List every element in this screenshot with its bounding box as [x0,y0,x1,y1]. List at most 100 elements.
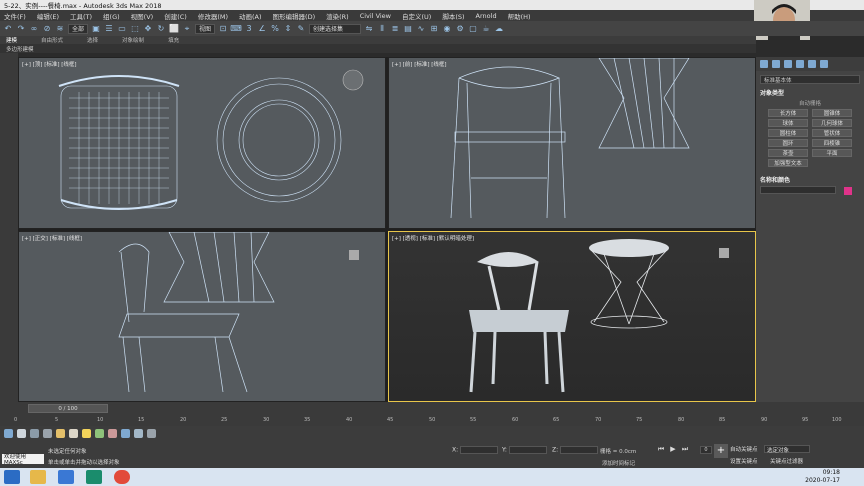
ribbon-tab-modeling[interactable]: 建模 [6,36,17,44]
viewport-top[interactable]: [+] [顶] [标准] [线框] [18,57,386,229]
undo-icon[interactable]: ↶ [3,24,13,34]
list-icon[interactable] [30,429,39,438]
primitive-type-dropdown[interactable]: 标准基本体 [760,75,860,84]
play-icon[interactable]: ▶ [668,445,678,454]
torus-button[interactable]: 圆环 [768,139,808,147]
object-type-heading[interactable]: 对象类型 [760,88,860,97]
menu-rendering[interactable]: 渲染(R) [326,11,349,21]
auto-key-button[interactable]: 自动关键点 [730,445,758,453]
scale-icon[interactable]: ⬜ [169,24,179,34]
unlink-icon[interactable]: ⊘ [42,24,52,34]
window-crossing-icon[interactable]: ⬚ [130,24,140,34]
viewport-perspective[interactable]: [+] [透视] [标准] [默认明暗处理] [388,231,756,402]
menu-view[interactable]: 视图(V) [131,11,154,21]
ribbon-tab-populate[interactable]: 填充 [168,36,179,44]
modify-tab-icon[interactable] [772,60,780,68]
start-icon[interactable] [4,470,20,484]
menu-create[interactable]: 创建(C) [164,11,187,21]
geosphere-button[interactable]: 几何球体 [812,119,852,127]
add-time-tag[interactable]: 添加时间标记 [602,459,635,467]
curve-editor-icon[interactable]: ∿ [416,24,426,34]
current-frame-field[interactable]: 0 [700,446,712,454]
box-button[interactable]: 长方体 [768,109,808,117]
angle-snap-icon[interactable]: ∠ [257,24,267,34]
material-editor-icon[interactable]: ◉ [442,24,452,34]
chrome-icon[interactable] [114,470,130,484]
grid-icon[interactable] [43,429,52,438]
time-slider[interactable]: 0 / 100 [28,404,108,413]
viewport-front[interactable]: [+] [前] [标准] [线框] [388,57,756,229]
menu-modifiers[interactable]: 修改器(M) [198,11,228,21]
layer-manager-icon[interactable]: ≣ [390,24,400,34]
utilities-tab-icon[interactable] [820,60,828,68]
motion-tab-icon[interactable] [796,60,804,68]
scene-explorer-icon[interactable]: ▤ [403,24,413,34]
pyramid-button[interactable]: 四棱锥 [812,139,852,147]
light-icon[interactable] [56,429,65,438]
viewport-persp-label[interactable]: [+] [透视] [标准] [默认明暗处理] [392,234,474,242]
create-tab-icon[interactable] [760,60,768,68]
render-setup-icon[interactable]: ⚙ [455,24,465,34]
edit-named-selection-icon[interactable]: ✎ [296,24,306,34]
object-name-input[interactable] [760,186,836,194]
snaps-toggle-icon[interactable]: 3 [244,24,254,34]
menu-scripting[interactable]: 脚本(S) [442,11,464,21]
x-coordinate-field[interactable] [460,446,499,454]
render-frame-icon[interactable]: ▢ [468,24,478,34]
bind-space-warp-icon[interactable]: ≋ [55,24,65,34]
viewcube-persp-icon[interactable] [719,248,729,258]
render-icon[interactable]: ☕ [481,24,491,34]
tube-button[interactable]: 管状体 [812,129,852,137]
tree-icon[interactable] [95,429,104,438]
track-bar[interactable]: 0 5 10 15 20 25 30 35 40 45 50 55 60 65 … [6,414,844,426]
scene-icon[interactable] [4,429,13,438]
rect-selection-icon[interactable]: ▭ [117,24,127,34]
viewport-orthographic[interactable]: [+] [正交] [标准] [线框] [18,231,386,402]
ribbon-tab-freeform[interactable]: 自由形式 [41,36,63,44]
teapot-button[interactable]: 茶壶 [768,149,808,157]
menu-group[interactable]: 组(G) [103,11,120,21]
place-icon[interactable]: ⌖ [182,24,192,34]
selection-filter-dropdown[interactable]: 全部 [68,23,89,34]
redo-icon[interactable]: ↷ [16,24,26,34]
set-key-button[interactable]: 设置关键点 [730,457,758,465]
menu-customize[interactable]: 自定义(U) [402,11,431,21]
menu-edit[interactable]: 编辑(E) [37,11,59,21]
z-coordinate-field[interactable] [560,446,599,454]
menu-file[interactable]: 文件(F) [4,11,26,21]
link-icon[interactable]: ∞ [29,24,39,34]
layer-icon[interactable] [17,429,26,438]
align-icon[interactable]: ⫴ [377,24,387,34]
menu-civil-view[interactable]: Civil View [360,12,391,20]
menu-tools[interactable]: 工具(T) [70,11,92,21]
sphere-icon[interactable] [121,429,130,438]
reference-coord-dropdown[interactable]: 视图 [195,23,216,34]
object-color-swatch[interactable] [844,187,852,195]
set-key-icon[interactable]: + [714,444,728,458]
key-filters-button[interactable]: 关键点过滤器 [770,457,803,465]
menu-arnold[interactable]: Arnold [476,12,497,20]
text-plus-button[interactable]: 加强型文本 [768,159,808,167]
viewport-top-label[interactable]: [+] [顶] [标准] [线框] [22,60,77,68]
ribbon-poly-modeling[interactable]: 多边形建模 [6,45,34,53]
rotate-icon[interactable]: ↻ [156,24,166,34]
viewcube-icon[interactable] [342,69,364,91]
autogrid-checkbox[interactable]: 自动栅格 [756,99,864,107]
camera-icon[interactable] [69,429,78,438]
keyboard-shortcut-icon[interactable]: ⌨ [230,24,242,34]
plane-button[interactable]: 平面 [812,149,852,157]
display-tab-icon[interactable] [808,60,816,68]
name-color-heading[interactable]: 名称和颜色 [760,175,860,184]
percent-snap-icon[interactable]: % [270,24,280,34]
move-icon[interactable]: ✥ [143,24,153,34]
maxscript-listener[interactable]: 欢迎使用 MAXSc [2,454,44,466]
render-cloud-icon[interactable]: ☁ [494,24,504,34]
goto-start-icon[interactable]: ⏮ [656,445,666,454]
spinner-snap-icon[interactable]: ⇕ [283,24,293,34]
sun-icon[interactable] [82,429,91,438]
cone-button[interactable]: 圆锥体 [812,109,852,117]
shape-icon[interactable] [108,429,117,438]
pivot-icon[interactable]: ⊡ [218,24,228,34]
select-by-name-icon[interactable]: ☰ [104,24,114,34]
dot-icon[interactable] [134,429,143,438]
